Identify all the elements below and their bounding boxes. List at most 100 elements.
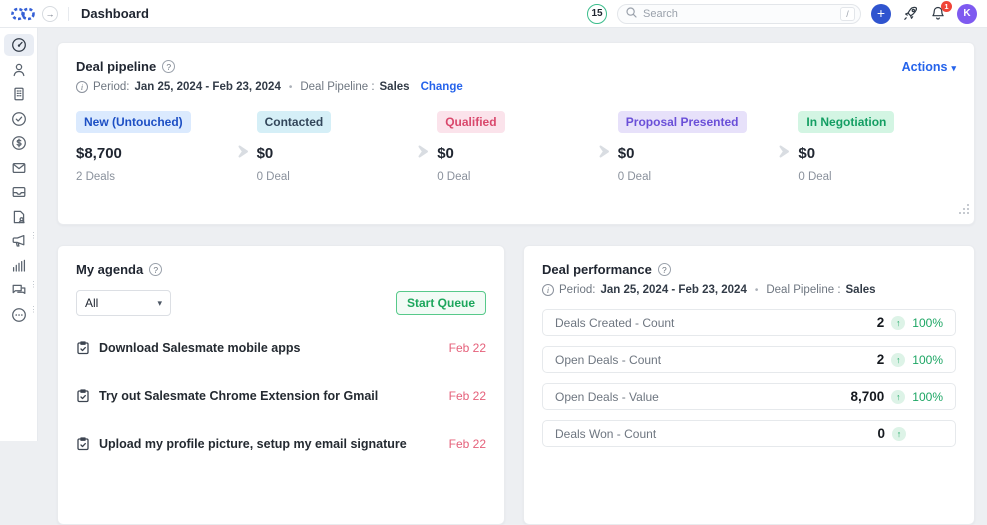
trend-up-icon: ↑ — [891, 316, 905, 330]
sidebar-item-dashboard[interactable] — [4, 34, 34, 56]
stage-arrow-icon — [414, 145, 437, 158]
stage-contacted[interactable]: Contacted $0 0 Deal — [257, 111, 415, 183]
stage-arrow-icon — [595, 145, 618, 158]
stage-deal-count: 2 Deals — [76, 171, 234, 183]
metric-change: 100% — [912, 390, 943, 404]
quick-add-button[interactable]: + — [871, 4, 891, 24]
stage-proposal-presented[interactable]: Proposal Presented $0 0 Deal — [618, 111, 776, 183]
stage-arrow-icon — [775, 145, 798, 158]
metric-label: Deals Won - Count — [555, 427, 656, 441]
clipboard-check-icon — [76, 389, 90, 403]
task-due-date: Feb 22 — [449, 389, 486, 403]
performance-metric-list: Deals Created - Count 2 ↑ 100% Open Deal… — [542, 309, 956, 447]
metric-value: 8,700 — [851, 389, 885, 404]
deal-pipeline-card: Deal pipeline ? Actions▾ i Period: Jan 2… — [57, 42, 975, 225]
dot-separator: • — [755, 285, 759, 296]
envelope-icon — [11, 160, 27, 176]
user-avatar[interactable]: K — [957, 4, 977, 24]
sidebar-item-reports[interactable] — [4, 255, 34, 277]
stage-badge: Proposal Presented — [618, 111, 747, 133]
help-icon[interactable]: ? — [658, 263, 671, 276]
stage-value: $0 — [257, 145, 415, 162]
help-icon[interactable]: ? — [149, 263, 162, 276]
metric-row[interactable]: Open Deals - Value 8,700 ↑ 100% — [542, 383, 956, 410]
pipeline-name: Sales — [846, 284, 876, 296]
stage-in-negotiation[interactable]: In Negotiation $0 0 Deal — [798, 111, 956, 183]
pipeline-period-row: i Period: Jan 25, 2024 - Feb 23, 2024 • … — [76, 81, 956, 93]
search-icon — [626, 5, 637, 23]
sidebar-nav: ⋮ ⋮ ⋮ — [0, 28, 38, 441]
deal-pipeline-title: Deal pipeline — [76, 59, 156, 74]
main-content: Deal pipeline ? Actions▾ i Period: Jan 2… — [38, 28, 987, 441]
inbox-tray-icon — [11, 184, 27, 200]
salesmate-logo-icon — [10, 7, 36, 21]
notifications-button[interactable]: 1 — [929, 5, 947, 23]
search-box[interactable]: / — [617, 4, 861, 24]
resize-handle[interactable] — [958, 202, 970, 220]
sidebar-item-emails[interactable] — [4, 157, 34, 179]
my-agenda-title: My agenda — [76, 262, 143, 277]
pipeline-name: Sales — [380, 81, 410, 93]
stage-value: $0 — [437, 145, 595, 162]
metric-label: Open Deals - Count — [555, 353, 661, 367]
campaigns-menu-dots[interactable]: ⋮ — [30, 234, 38, 238]
stage-deal-count: 0 Deal — [798, 171, 956, 183]
task-row[interactable]: Download Salesmate mobile apps Feb 22 — [76, 324, 486, 372]
help-icon[interactable]: ? — [162, 60, 175, 73]
sidebar-item-campaigns[interactable]: ⋮ — [4, 230, 34, 252]
period-value: Jan 25, 2024 - Feb 23, 2024 — [134, 81, 280, 93]
clipboard-check-icon — [76, 341, 90, 355]
sidebar-item-chats[interactable]: ⋮ — [4, 279, 34, 301]
document-person-icon — [11, 209, 27, 225]
actions-button[interactable]: Actions▾ — [902, 60, 956, 74]
stage-deal-count: 0 Deal — [257, 171, 415, 183]
stage-qualified[interactable]: Qualified $0 0 Deal — [437, 111, 595, 183]
clipboard-check-icon — [76, 437, 90, 451]
sidebar-item-sequences[interactable] — [4, 206, 34, 228]
trend-up-icon: ↑ — [891, 353, 905, 367]
sidebar-item-contacts[interactable] — [4, 59, 34, 81]
stage-deal-count: 0 Deal — [437, 171, 595, 183]
trial-days-badge[interactable]: 15 — [587, 4, 607, 24]
sidebar-item-inbox[interactable] — [4, 181, 34, 203]
info-icon: i — [542, 284, 554, 296]
building-icon — [11, 86, 27, 102]
metric-value: 2 — [877, 352, 885, 367]
task-row[interactable]: Upload my profile picture, setup my emai… — [76, 420, 486, 468]
metric-row[interactable]: Deals Created - Count 2 ↑ 100% — [542, 309, 956, 336]
launch-rocket-icon[interactable] — [901, 5, 919, 23]
sidebar-collapse-button[interactable]: → — [42, 6, 58, 22]
stage-badge: Contacted — [257, 111, 332, 133]
more-menu-dots[interactable]: ⋮ — [30, 308, 38, 312]
check-circle-icon — [11, 111, 27, 127]
change-pipeline-link[interactable]: Change — [421, 81, 463, 93]
ellipsis-circle-icon — [11, 307, 27, 323]
agenda-filter-select[interactable]: All ▾ — [76, 290, 171, 316]
sidebar-item-activities[interactable] — [4, 108, 34, 130]
stage-deal-count: 0 Deal — [618, 171, 776, 183]
stage-badge: New (Untouched) — [76, 111, 191, 133]
metric-change: 100% — [912, 353, 943, 367]
chat-bubbles-icon — [11, 282, 27, 298]
dollar-circle-icon — [11, 135, 27, 151]
stage-value: $8,700 — [76, 145, 234, 162]
stage-new-untouched[interactable]: New (Untouched) $8,700 2 Deals — [76, 111, 234, 183]
sidebar-item-deals[interactable] — [4, 132, 34, 154]
task-title: Try out Salesmate Chrome Extension for G… — [99, 389, 378, 403]
metric-row[interactable]: Open Deals - Count 2 ↑ 100% — [542, 346, 956, 373]
agenda-task-list: Download Salesmate mobile apps Feb 22 Tr… — [76, 324, 486, 468]
info-icon: i — [76, 81, 88, 93]
my-agenda-card: My agenda ? All ▾ Start Queue Download S… — [57, 245, 505, 525]
topbar-divider — [68, 7, 69, 21]
metric-value: 0 — [877, 426, 885, 441]
metric-value: 2 — [877, 315, 885, 330]
sidebar-item-companies[interactable] — [4, 83, 34, 105]
chats-menu-dots[interactable]: ⋮ — [30, 283, 38, 287]
task-row[interactable]: Try out Salesmate Chrome Extension for G… — [76, 372, 486, 420]
chevron-down-icon: ▾ — [951, 63, 956, 73]
megaphone-icon — [11, 233, 27, 249]
start-queue-button[interactable]: Start Queue — [396, 291, 486, 315]
sidebar-item-more-apps[interactable]: ⋮ — [4, 304, 34, 326]
search-input[interactable] — [643, 8, 834, 20]
metric-row[interactable]: Deals Won - Count 0 ↑ — [542, 420, 956, 447]
